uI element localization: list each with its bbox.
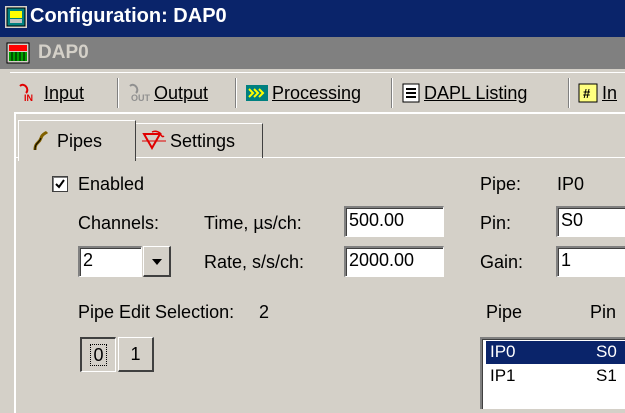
- hash-icon: #: [578, 83, 598, 103]
- tab-in-label: In: [602, 82, 618, 103]
- pipe-edit-button-1-label: 1: [130, 344, 141, 364]
- list-item-pin: S0: [596, 342, 617, 361]
- pipe-label: Pipe:: [480, 174, 522, 194]
- channels-dropdown-button[interactable]: [143, 246, 171, 277]
- rate-label: Rate, s/s/ch:: [204, 252, 305, 272]
- tab-dapl-listing-label: DAPL Listing: [424, 82, 528, 103]
- tab-in[interactable]: # In: [578, 78, 617, 108]
- pipe-edit-button-0[interactable]: 0: [80, 337, 116, 372]
- pipe-edit-button-0-label: 0: [90, 344, 107, 366]
- tab-separator: [117, 78, 118, 108]
- tab-input-label: Input: [44, 82, 85, 103]
- list-item-pipe: IP1: [490, 366, 516, 385]
- pipe-icon: [33, 130, 49, 151]
- list-item[interactable]: IP0 S0: [486, 341, 625, 364]
- output-icon: OUT: [129, 83, 150, 103]
- tab-separator: [391, 78, 392, 108]
- settings-icon: [142, 130, 166, 151]
- tab-output[interactable]: OUT Output: [128, 78, 208, 108]
- tab-separator: [568, 78, 569, 108]
- list-item[interactable]: IP1 S1: [486, 365, 625, 388]
- enabled-label: Enabled: [78, 174, 145, 194]
- subtab-pipes-label: Pipes: [57, 130, 103, 151]
- pipe-edit-button-1[interactable]: 1: [118, 337, 154, 372]
- checkmark-icon: [55, 179, 65, 189]
- input-icon: IN: [19, 83, 33, 103]
- channels-label: Channels:: [78, 213, 160, 233]
- svg-text:IN: IN: [24, 93, 33, 103]
- pipe-edit-selection-label: Pipe Edit Selection:: [78, 302, 235, 322]
- tab-processing-label: Processing: [272, 82, 362, 103]
- time-field[interactable]: 500.00: [344, 206, 444, 237]
- subtab-settings-label: Settings: [170, 130, 236, 151]
- subwindow-title: DAP0: [38, 42, 89, 63]
- listing-icon: [402, 83, 420, 103]
- list-header-pin: Pin: [590, 302, 617, 322]
- tab-separator: [235, 78, 236, 108]
- tab-dapl-listing[interactable]: DAPL Listing: [402, 78, 527, 108]
- subtab-pipes[interactable]: Pipes: [18, 120, 136, 161]
- svg-text:#: #: [583, 86, 591, 101]
- processing-icon: [246, 85, 268, 101]
- pipe-list[interactable]: IP0 S0 IP1 S1: [480, 337, 625, 409]
- rate-field[interactable]: 2000.00: [344, 246, 444, 277]
- enabled-checkbox[interactable]: [52, 176, 68, 192]
- tab-input[interactable]: IN Input: [18, 78, 84, 108]
- module-icon: [6, 42, 30, 64]
- pin-label: Pin:: [480, 213, 512, 233]
- subtab-settings[interactable]: Settings: [136, 123, 263, 158]
- tabs-top-highlight: [10, 72, 625, 73]
- svg-text:OUT: OUT: [131, 93, 150, 103]
- gain-field[interactable]: 1: [556, 246, 625, 277]
- pipe-edit-selection-value: 2: [259, 302, 270, 322]
- channels-field[interactable]: 2: [78, 246, 142, 277]
- tab-output-label: Output: [154, 82, 209, 103]
- tab-processing[interactable]: Processing: [246, 78, 361, 108]
- window-titlebar[interactable]: Configuration: DAP0: [0, 0, 625, 37]
- gain-label: Gain:: [480, 252, 524, 272]
- list-header-pipe: Pipe: [486, 302, 523, 322]
- subwindow-titlebar[interactable]: DAP0: [0, 37, 625, 69]
- time-label: Time, µs/ch:: [204, 213, 302, 233]
- list-item-pin: S1: [596, 366, 617, 385]
- pipe-value: IP0: [557, 174, 585, 194]
- window-title: Configuration: DAP0: [30, 5, 227, 27]
- pin-field[interactable]: S0: [556, 206, 625, 237]
- list-item-pipe: IP0: [490, 342, 516, 361]
- app-icon: [5, 6, 27, 28]
